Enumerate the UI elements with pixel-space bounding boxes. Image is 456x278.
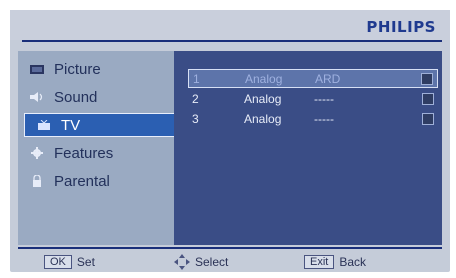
- brand-logo: PHILIPS: [366, 18, 436, 36]
- header-divider: [22, 40, 442, 42]
- channel-checkbox[interactable]: [422, 112, 434, 125]
- select-hint: Select: [174, 254, 229, 270]
- ok-hint-label: Set: [76, 255, 95, 269]
- select-hint-label: Select: [195, 255, 229, 269]
- channel-number: 2: [192, 91, 199, 106]
- channel-checkbox[interactable]: [422, 92, 434, 105]
- menu-item-label: Features: [54, 144, 114, 162]
- exit-hint[interactable]: Exit Back: [304, 255, 366, 269]
- channel-type: Analog: [244, 111, 282, 126]
- menu-item-picture[interactable]: Picture: [18, 57, 174, 81]
- footer-divider: [18, 247, 442, 249]
- tv-menu-frame: PHILIPS Picture Sound TV Features Parent…: [10, 10, 450, 272]
- header-bar: PHILIPS: [10, 10, 450, 40]
- channel-name: -----: [314, 91, 334, 106]
- exit-hint-label: Back: [339, 255, 367, 269]
- menu-item-label: Sound: [54, 88, 98, 106]
- channel-list: 1 Analog ARD 2 Analog ----- 3 Analog ---…: [174, 51, 442, 245]
- menu-item-label: TV: [61, 116, 81, 134]
- channel-type: Analog: [244, 91, 282, 106]
- channel-number: 3: [192, 111, 199, 126]
- ok-key: OK: [44, 255, 72, 269]
- channel-row[interactable]: 1 Analog ARD: [188, 69, 438, 88]
- exit-key: Exit: [304, 255, 335, 269]
- picture-icon: [30, 64, 44, 74]
- dpad-icon: [174, 254, 190, 270]
- menu-item-label: Picture: [54, 60, 101, 78]
- channel-row[interactable]: 3 Analog -----: [188, 109, 438, 128]
- footer-hints: OK Set Select Exit Back: [10, 253, 450, 272]
- channel-row[interactable]: 2 Analog -----: [188, 89, 438, 108]
- menu-item-tv[interactable]: TV: [24, 113, 178, 137]
- channel-name: ARD: [315, 71, 341, 86]
- channel-name: -----: [314, 111, 334, 126]
- main-menu: Picture Sound TV Features Parental: [18, 51, 178, 245]
- channel-number: 1: [193, 71, 200, 86]
- channel-checkbox[interactable]: [421, 72, 433, 85]
- lock-icon: [30, 175, 44, 187]
- menu-item-features[interactable]: Features: [18, 141, 174, 165]
- tv-icon: [37, 120, 51, 130]
- menu-item-parental[interactable]: Parental: [18, 169, 174, 193]
- channel-type: Analog: [245, 71, 283, 86]
- speaker-icon: [30, 92, 44, 102]
- menu-item-sound[interactable]: Sound: [18, 85, 174, 109]
- gear-icon: [30, 147, 44, 159]
- ok-hint[interactable]: OK Set: [44, 255, 95, 269]
- menu-item-label: Parental: [54, 172, 110, 190]
